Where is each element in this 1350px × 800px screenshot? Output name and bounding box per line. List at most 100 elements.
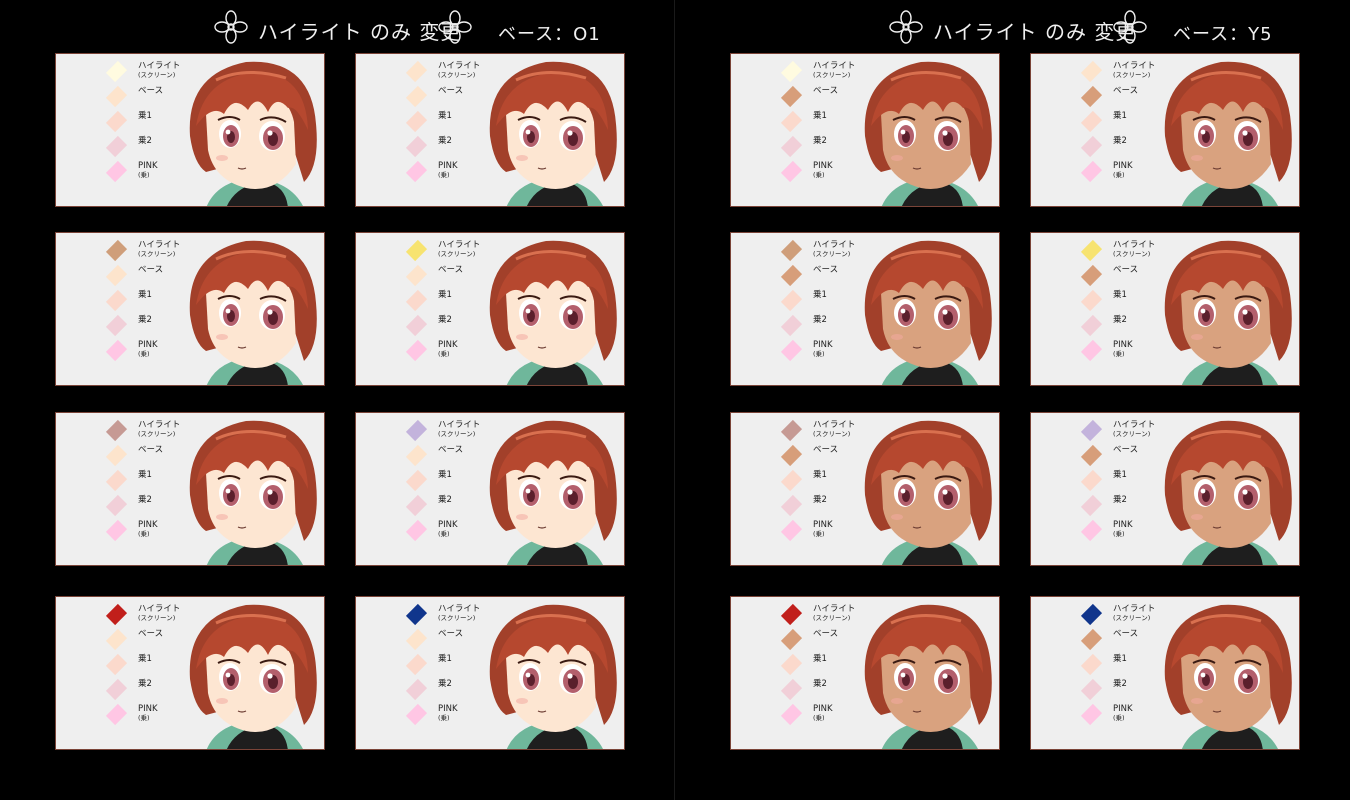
swatch-diamond-icon bbox=[105, 289, 128, 312]
swatch-label: PINK (乗) bbox=[138, 162, 158, 180]
swatch-label-sub: (スクリーン) bbox=[1113, 614, 1151, 622]
swatch-label: ベース bbox=[438, 266, 463, 275]
swatch-diamond-icon bbox=[105, 135, 128, 158]
character-illustration bbox=[864, 240, 992, 385]
swatch-label-text: 乗2 bbox=[813, 136, 827, 146]
swatch-label: 乗1 bbox=[138, 655, 152, 664]
swatch-label: 乗1 bbox=[138, 471, 152, 480]
swatch-label-text: PINK bbox=[138, 340, 158, 350]
character-illustration bbox=[189, 240, 317, 385]
swatch-card: ハイライト (スクリーン) ベース 乗1 乗2 PINK (乗) bbox=[355, 53, 625, 207]
swatch-label-text: ハイライト bbox=[1113, 240, 1156, 250]
swatch-diamond-icon bbox=[780, 494, 803, 517]
swatch-label: PINK (乗) bbox=[813, 521, 833, 539]
character-illustration bbox=[1164, 61, 1292, 206]
swatch-label-sub: (スクリーン) bbox=[138, 430, 176, 438]
swatch-label-text: 乗2 bbox=[138, 315, 152, 325]
swatch-label-text: ベース bbox=[1113, 265, 1139, 275]
swatch-label: ハイライト (スクリーン) bbox=[138, 62, 180, 80]
swatch-label: ベース bbox=[138, 266, 163, 275]
swatch-label-text: 乗1 bbox=[1113, 654, 1127, 664]
swatch-label: PINK (乗) bbox=[138, 341, 158, 359]
swatch-diamond-icon bbox=[105, 160, 128, 183]
swatch-label-text: ベース bbox=[813, 629, 839, 639]
swatch-label-text: PINK bbox=[138, 704, 158, 714]
swatch-label-text: ベース bbox=[438, 445, 464, 455]
swatch-label-text: PINK bbox=[138, 520, 158, 530]
swatch-label-text: ハイライト bbox=[813, 61, 856, 71]
swatch-label-sub: (スクリーン) bbox=[1113, 71, 1151, 79]
swatch-label-sub: (スクリーン) bbox=[1113, 430, 1151, 438]
character-illustration bbox=[489, 420, 617, 565]
swatch-diamond-icon bbox=[780, 289, 803, 312]
swatch-label-text: PINK bbox=[1113, 704, 1133, 714]
swatch-label-text: 乗1 bbox=[138, 290, 152, 300]
swatch-label-sub: (乗) bbox=[1113, 530, 1125, 538]
swatch-label-sub: (乗) bbox=[138, 350, 150, 358]
swatch-diamond-icon bbox=[780, 110, 803, 133]
swatch-label-text: PINK bbox=[813, 520, 833, 530]
base-label: ベース：Y5 bbox=[1173, 24, 1273, 45]
swatch-diamond-icon bbox=[1080, 85, 1103, 108]
swatch-label: 乗1 bbox=[813, 291, 827, 300]
swatch-label: PINK (乗) bbox=[138, 521, 158, 539]
swatch-label-text: 乗1 bbox=[438, 470, 452, 480]
swatch-label-text: 乗2 bbox=[138, 679, 152, 689]
swatch-diamond-icon bbox=[1080, 653, 1103, 676]
character-illustration bbox=[189, 61, 317, 206]
swatch-diamond-icon bbox=[405, 264, 428, 287]
swatch-label: 乗2 bbox=[813, 680, 827, 689]
swatch-label-sub: (スクリーン) bbox=[1113, 250, 1151, 258]
swatch-label-text: 乗2 bbox=[438, 679, 452, 689]
right-header: ハイライト のみ 変更 ベース：Y5 bbox=[675, 8, 1350, 48]
swatch-diamond-icon bbox=[1080, 160, 1103, 183]
swatch-label: ハイライト (スクリーン) bbox=[438, 241, 480, 259]
swatch-card: ハイライト (スクリーン) ベース 乗1 乗2 PINK (乗) bbox=[1030, 596, 1300, 750]
swatch-diamond-icon bbox=[780, 444, 803, 467]
character-illustration bbox=[489, 240, 617, 385]
swatch-label-sub: (乗) bbox=[813, 714, 825, 722]
swatch-label: PINK (乗) bbox=[1113, 162, 1133, 180]
swatch-label-text: 乗1 bbox=[813, 290, 827, 300]
swatch-label: 乗1 bbox=[438, 655, 452, 664]
swatch-diamond-icon bbox=[780, 628, 803, 651]
swatch-label-text: ハイライト bbox=[813, 604, 856, 614]
swatch-diamond-icon bbox=[780, 85, 803, 108]
swatch-diamond-icon bbox=[105, 339, 128, 362]
swatch-label: 乗2 bbox=[138, 316, 152, 325]
swatch-label-sub: (スクリーン) bbox=[138, 614, 176, 622]
swatch-label: PINK (乗) bbox=[438, 341, 458, 359]
swatch-label-text: PINK bbox=[1113, 520, 1133, 530]
swatch-label: ベース bbox=[1113, 446, 1138, 455]
swatch-label: PINK (乗) bbox=[1113, 521, 1133, 539]
swatch-label-text: 乗2 bbox=[138, 495, 152, 505]
swatch-label: 乗1 bbox=[1113, 291, 1127, 300]
swatch-card: ハイライト (スクリーン) ベース 乗1 乗2 PINK (乗) bbox=[730, 53, 1000, 207]
swatch-label: PINK (乗) bbox=[813, 341, 833, 359]
swatch-diamond-icon bbox=[1080, 110, 1103, 133]
swatch-diamond-icon bbox=[405, 110, 428, 133]
swatch-label-text: 乗1 bbox=[438, 654, 452, 664]
character-illustration bbox=[489, 61, 617, 206]
swatch-label-sub: (乗) bbox=[813, 171, 825, 179]
swatch-label: ハイライト (スクリーン) bbox=[813, 605, 855, 623]
swatch-label-text: 乗1 bbox=[813, 470, 827, 480]
swatch-diamond-icon bbox=[780, 703, 803, 726]
swatch-label-sub: (スクリーン) bbox=[438, 250, 476, 258]
swatch-label-text: ハイライト bbox=[1113, 61, 1156, 71]
swatch-diamond-icon bbox=[105, 703, 128, 726]
swatch-diamond-icon bbox=[780, 160, 803, 183]
swatch-diamond-icon bbox=[405, 603, 428, 626]
swatch-label: ハイライト (スクリーン) bbox=[813, 62, 855, 80]
swatch-label: ベース bbox=[438, 87, 463, 96]
swatch-label: 乗1 bbox=[813, 471, 827, 480]
swatch-label-text: ハイライト bbox=[438, 420, 481, 430]
swatch-label-text: ベース bbox=[438, 86, 464, 96]
swatch-card: ハイライト (スクリーン) ベース 乗1 乗2 PINK (乗) bbox=[55, 412, 325, 566]
swatch-label: 乗2 bbox=[438, 137, 452, 146]
swatch-label: ベース bbox=[1113, 87, 1138, 96]
swatch-label-sub: (乗) bbox=[138, 714, 150, 722]
swatch-diamond-icon bbox=[780, 653, 803, 676]
swatch-diamond-icon bbox=[405, 160, 428, 183]
swatch-label-sub: (スクリーン) bbox=[813, 614, 851, 622]
